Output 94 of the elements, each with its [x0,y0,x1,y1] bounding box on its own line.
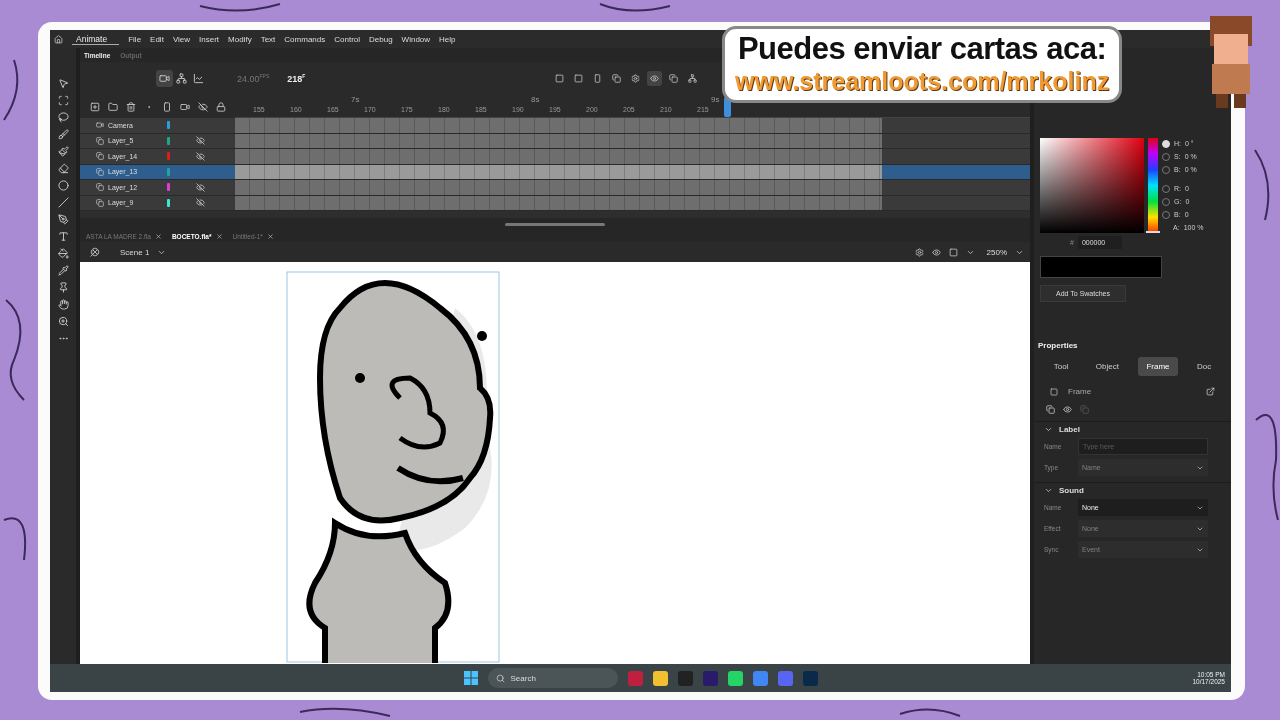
menu-item[interactable]: View [172,34,191,44]
brush-icon[interactable] [57,129,69,140]
radio-button[interactable] [1162,210,1170,219]
saturation-brightness-picker[interactable] [1040,138,1144,233]
scene-name[interactable]: Scene 1 [120,247,150,257]
seconds-label: 9s [711,95,720,104]
paintbrush-icon[interactable] [57,146,69,157]
properties-tab[interactable]: Frame [1138,357,1178,376]
pen-icon[interactable] [57,214,69,225]
eye-off-icon[interactable] [198,101,208,112]
close-icon[interactable] [215,232,223,240]
timeline-tool-icon[interactable] [666,71,681,86]
menu-item[interactable]: Help [439,34,456,44]
timeline-tool-icon[interactable] [571,71,586,86]
layer-icon [96,167,104,176]
panel-title: Properties [1037,341,1079,350]
banner-url: www.streamloots.com/mrkolinz [735,67,1110,96]
hue-slider[interactable] [1148,138,1158,233]
new-layer-icon[interactable] [90,101,100,112]
search-field[interactable]: Search [487,668,618,688]
chevron-down-icon[interactable] [1044,425,1053,434]
camera-icon [96,121,104,130]
external-link-icon[interactable] [1206,387,1215,396]
section-title[interactable]: Sound [1044,486,1221,495]
close-icon[interactable] [266,232,274,240]
scrollbar-thumb[interactable] [505,222,605,226]
radio-button[interactable] [1162,165,1170,174]
section-header: Frame [1068,387,1092,396]
properties-tab[interactable]: Doc [1189,357,1220,376]
properties-tab[interactable]: Tool [1045,357,1077,376]
hierarchy-icon[interactable] [173,70,190,87]
frame-number[interactable]: 218$^{F}$ [287,73,306,84]
trash-icon[interactable] [126,101,136,112]
text-tool-icon[interactable] [57,231,69,242]
menu-item[interactable]: Insert [199,34,220,44]
section-title[interactable]: Label [1044,425,1221,434]
transform-icon[interactable] [57,95,69,106]
eye-off-icon[interactable] [196,151,205,161]
timeline-tool-icon[interactable] [647,71,662,86]
folder-icon[interactable] [108,101,118,112]
chevron-down-icon[interactable] [1044,486,1053,495]
camera-icon[interactable] [156,70,173,87]
taskbar-app-icon[interactable] [652,670,668,686]
menu-item[interactable]: File [128,34,142,44]
eraser-icon[interactable] [57,163,69,174]
pin-icon[interactable] [57,282,69,293]
lasso-icon[interactable] [57,112,69,123]
eye-icon[interactable] [931,247,941,257]
menu-item[interactable]: Debug [369,34,393,44]
layer-icon [96,183,104,192]
eye-off-icon[interactable] [196,136,205,146]
close-icon[interactable] [154,232,162,240]
oval-icon[interactable] [57,180,69,191]
radio-button[interactable] [1162,184,1170,193]
eyedropper-icon[interactable] [57,265,69,276]
timeline-tool-icon[interactable] [552,71,567,86]
copy-icon[interactable] [1046,405,1055,414]
home-icon[interactable] [54,34,63,44]
timeline-tool-icon[interactable] [609,71,624,86]
zoom-value[interactable]: 250% [986,247,1007,257]
zoom-icon[interactable] [57,316,69,327]
search-icon [495,673,505,683]
frame-icon[interactable] [948,247,958,257]
line-icon[interactable] [57,197,69,208]
frame-icon [1050,387,1058,396]
windows-logo-icon[interactable] [463,671,478,685]
properties-tab[interactable]: Object [1087,357,1127,376]
layer-icon [96,198,104,207]
banner-title: Puedes enviar cartas aca: [737,31,1107,67]
hand-icon[interactable] [57,299,69,310]
radio-button[interactable] [1162,152,1170,161]
app-name: Animate [72,33,120,45]
layer-icon [96,136,104,145]
taskbar-app-icon[interactable] [752,670,768,686]
taskbar-app-icon[interactable] [727,670,743,686]
menu-item[interactable]: Text [260,34,276,44]
eye-off-icon[interactable] [196,182,205,192]
camera-icon[interactable] [180,101,190,112]
pointer-icon[interactable] [57,78,69,89]
menu-item[interactable]: Control [334,34,361,44]
eye-off-icon[interactable] [196,198,205,208]
menu-item[interactable]: Edit [150,34,164,44]
paint-bucket-icon[interactable] [57,248,69,259]
timeline-tool-icon[interactable] [685,71,700,86]
lock-icon[interactable] [216,101,226,112]
outline-icon[interactable] [162,101,172,112]
seconds-label: 8s [531,95,540,104]
eye-icon[interactable] [1063,405,1072,414]
menu-item[interactable]: Commands [284,34,326,44]
radio-button[interactable] [1162,197,1170,206]
layer-icon [96,152,104,161]
seconds-label: 7s [351,95,360,104]
menu-item[interactable]: Modify [228,34,252,44]
menu-item[interactable]: Window [401,34,431,44]
